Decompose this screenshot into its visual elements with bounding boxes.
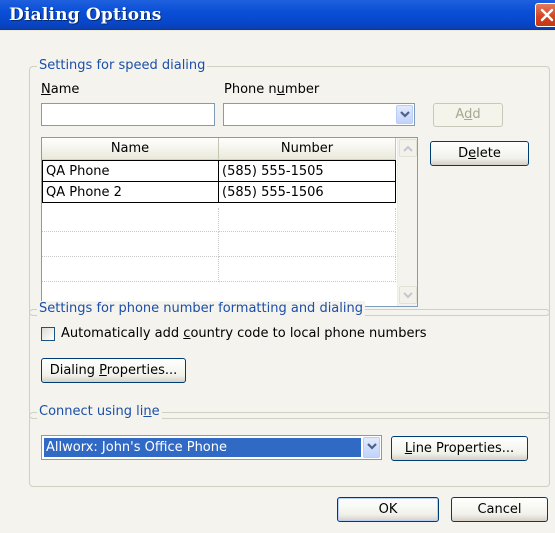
table-row-empty <box>42 232 396 257</box>
scroll-down-button[interactable] <box>399 286 417 304</box>
table-row[interactable]: QA Phone (585) 555-1505 <box>42 160 396 182</box>
phone-number-dropdown-button[interactable] <box>396 105 413 124</box>
empty-cell <box>42 232 219 257</box>
row-number-cell[interactable]: (585) 555-1506 <box>218 181 396 203</box>
row-name-cell[interactable]: QA Phone <box>42 160 219 182</box>
table-row-empty <box>42 208 396 232</box>
title-bar[interactable]: Dialing Options <box>0 0 555 30</box>
scroll-up-button[interactable] <box>399 139 417 157</box>
add-button[interactable]: Add <box>433 103 503 127</box>
table-row-empty <box>42 257 396 282</box>
line-select-value: Allworx: John's Office Phone <box>44 438 361 457</box>
chevron-down-icon <box>400 111 410 118</box>
chevron-up-icon <box>403 145 413 152</box>
row-name-cell[interactable]: QA Phone 2 <box>42 181 219 203</box>
empty-cell <box>219 257 396 282</box>
line-select-dropdown-button[interactable] <box>363 437 380 458</box>
formatting-legend: Settings for phone number formatting and… <box>37 301 365 316</box>
empty-cell <box>219 208 396 232</box>
empty-cell <box>42 208 219 232</box>
dialog-body: Settings for speed dialing Name Phone nu… <box>0 31 555 533</box>
delete-button[interactable]: Delete <box>430 141 529 166</box>
column-header-number[interactable]: Number <box>219 138 396 160</box>
speed-dialing-legend: Settings for speed dialing <box>37 58 208 73</box>
close-button[interactable] <box>535 3 555 27</box>
dialing-properties-button[interactable]: Dialing Properties... <box>41 358 186 383</box>
empty-cell <box>219 232 396 257</box>
country-code-checkbox[interactable] <box>41 327 55 341</box>
chevron-down-icon <box>367 443 377 450</box>
cancel-button[interactable]: Cancel <box>451 497 548 522</box>
ok-button[interactable]: OK <box>337 497 439 522</box>
name-input[interactable] <box>41 103 215 126</box>
phone-number-label: Phone number <box>224 82 320 97</box>
column-header-name[interactable]: Name <box>42 138 219 160</box>
table-row[interactable]: QA Phone 2 (585) 555-1506 <box>42 181 396 203</box>
phone-number-combo[interactable] <box>223 103 415 126</box>
table-scrollbar[interactable] <box>397 138 417 306</box>
speed-dial-table[interactable]: Name Number QA Phone (585) 555-1505 QA P… <box>41 137 418 307</box>
row-number-cell[interactable]: (585) 555-1505 <box>218 160 396 182</box>
window-title: Dialing Options <box>9 5 162 25</box>
line-select[interactable]: Allworx: John's Office Phone <box>41 435 382 460</box>
empty-cell <box>42 257 219 282</box>
close-icon <box>540 8 554 22</box>
chevron-down-icon <box>403 292 413 299</box>
line-properties-button[interactable]: Line Properties... <box>391 436 528 461</box>
country-code-label[interactable]: Automatically add country code to local … <box>61 326 427 341</box>
connect-line-legend: Connect using line <box>37 404 162 419</box>
table-header: Name Number <box>42 138 396 160</box>
name-label: Name <box>41 82 80 97</box>
